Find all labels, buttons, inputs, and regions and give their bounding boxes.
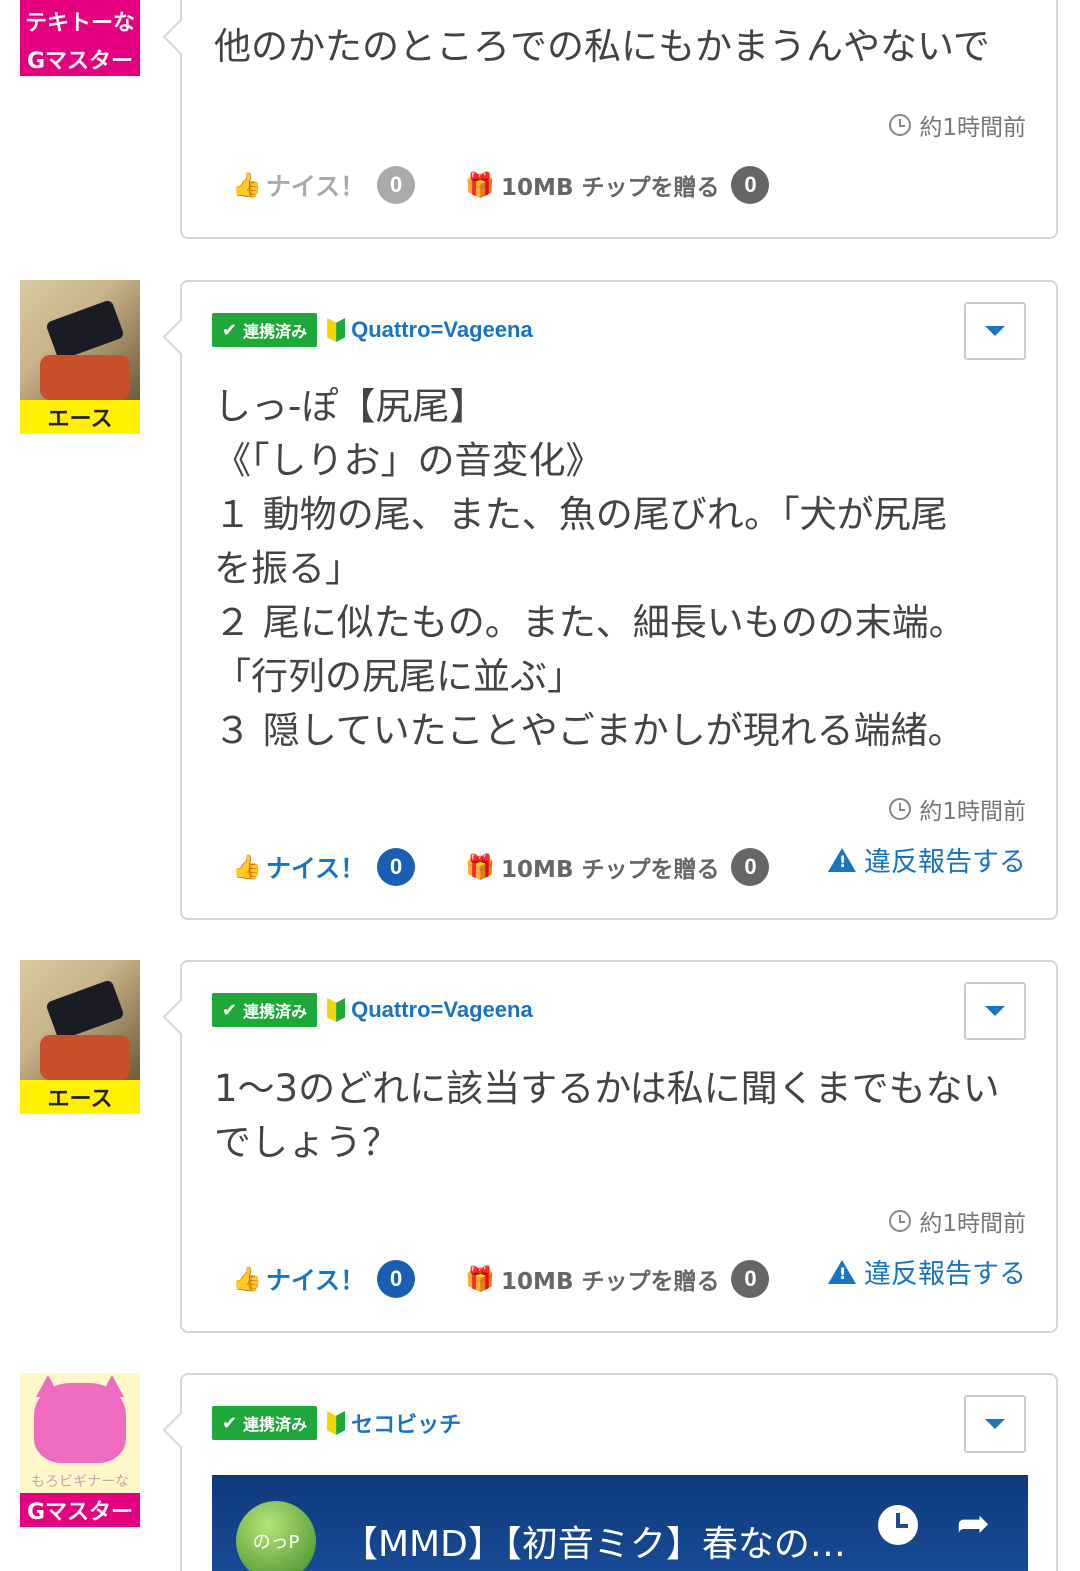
time-text: 約1時間前 bbox=[919, 799, 1026, 825]
avatar-figure bbox=[45, 979, 125, 1041]
post-3-avatar-col: もろビギナーな Gマスター bbox=[20, 1373, 140, 1527]
post-2-card: ✔ 連携済み Quattro=Vageena 1〜3のどれに該当するかは私に聞く… bbox=[180, 960, 1058, 1333]
post-time: 約1時間前 bbox=[889, 108, 1026, 142]
post-body: 1〜3のどれに該当するかは私に聞くまでもない でしょう？ bbox=[214, 1067, 1000, 1164]
embedded-video[interactable]: のっP 【MMD】【初音ミク】春なの… ➦ bbox=[212, 1475, 1028, 1571]
rank-badge: エース bbox=[20, 400, 140, 434]
post-actions: 👍 ナイス！ 0 🎁 10MB チップを贈る 0 bbox=[232, 166, 770, 204]
linked-badge: ✔ 連携済み bbox=[212, 1406, 318, 1440]
post-header: ✔ 連携済み セコビッチ bbox=[212, 1405, 461, 1441]
post-body: しっ‐ぽ【尻尾】 《「しりお」の音変化》 １ 動物の尾、また、魚の尾びれ。「犬が… bbox=[214, 385, 966, 752]
post-2-avatar-col: エース bbox=[20, 960, 140, 1114]
post-menu-button[interactable] bbox=[964, 982, 1026, 1040]
nice-label: ナイス！ bbox=[265, 1266, 366, 1295]
linked-label: 連携済み bbox=[243, 1415, 308, 1434]
video-title[interactable]: 【MMD】【初音ミク】春なの… bbox=[342, 1515, 846, 1567]
linked-badge: ✔ 連携済み bbox=[212, 313, 318, 347]
beginner-mark-icon bbox=[327, 1411, 345, 1435]
clock-icon bbox=[889, 1210, 912, 1232]
avatar-figure-body bbox=[40, 1035, 130, 1080]
thumbs-up-icon: 👍 bbox=[232, 853, 262, 881]
post-1-card: ✔ 連携済み Quattro=Vageena しっ‐ぽ【尻尾】 《「しりお」の音… bbox=[180, 280, 1058, 920]
thumbs-up-icon: 👍 bbox=[232, 1265, 262, 1293]
post-0-card: 他のかたのところでの私にもかまうんやないで 約1時間前 👍 ナイス！ 0 🎁 1… bbox=[180, 0, 1058, 239]
post-3-card: ✔ 連携済み セコビッチ のっP 【MMD】【初音ミク】春なの… ➦ bbox=[180, 1373, 1058, 1571]
post-time: 約1時間前 bbox=[889, 792, 1026, 826]
avatar[interactable]: テキトーな bbox=[20, 0, 140, 42]
tip-count: 0 bbox=[731, 848, 770, 886]
username-link[interactable]: Quattro=Vageena bbox=[351, 317, 533, 343]
post-actions: 👍 ナイス！ 0 🎁 10MB チップを贈る 0 bbox=[232, 848, 770, 886]
username-link[interactable]: セコビッチ bbox=[351, 1407, 461, 1439]
beginner-mark-icon bbox=[327, 318, 345, 342]
leaf-icon: ✔ bbox=[222, 319, 238, 341]
nice-count: 0 bbox=[377, 166, 416, 204]
tip-button[interactable]: 🎁 10MB チップを贈る 0 bbox=[465, 166, 770, 204]
linked-label: 連携済み bbox=[243, 1002, 308, 1021]
nice-count: 0 bbox=[377, 1260, 416, 1298]
post-0-avatar-col: テキトーな Gマスター bbox=[20, 0, 140, 76]
report-link[interactable]: ! 違反報告する bbox=[828, 1252, 1026, 1291]
avatar-figure-body bbox=[40, 355, 130, 400]
post-menu-button[interactable] bbox=[964, 302, 1026, 360]
rank-badge: Gマスター bbox=[20, 42, 140, 76]
channel-avatar[interactable]: のっP bbox=[236, 1501, 316, 1571]
tip-button[interactable]: 🎁 10MB チップを贈る 0 bbox=[465, 848, 770, 886]
time-text: 約1時間前 bbox=[919, 1211, 1026, 1237]
rank-badge: エース bbox=[20, 1080, 140, 1114]
leaf-icon: ✔ bbox=[222, 1412, 238, 1434]
post-actions: 👍 ナイス！ 0 🎁 10MB チップを贈る 0 bbox=[232, 1260, 770, 1298]
gift-icon: 🎁 bbox=[465, 1265, 496, 1293]
chevron-down-icon bbox=[985, 1419, 1005, 1429]
report-label: 違反報告する bbox=[864, 1259, 1026, 1290]
tip-label: 10MB チップを贈る bbox=[501, 857, 720, 883]
chevron-down-icon bbox=[985, 1006, 1005, 1016]
avatar[interactable] bbox=[20, 280, 140, 400]
linked-label: 連携済み bbox=[243, 322, 308, 341]
watch-later-icon[interactable] bbox=[878, 1505, 918, 1545]
report-label: 違反報告する bbox=[864, 847, 1026, 878]
post-1-avatar-col: エース bbox=[20, 280, 140, 434]
time-text: 約1時間前 bbox=[919, 115, 1026, 141]
tip-label: 10MB チップを贈る bbox=[501, 175, 720, 201]
nice-button[interactable]: 👍 ナイス！ 0 bbox=[232, 848, 416, 886]
rank-badge: Gマスター bbox=[20, 1493, 140, 1527]
cat-avatar-ear-left bbox=[36, 1375, 60, 1397]
gift-icon: 🎁 bbox=[465, 853, 496, 881]
post-menu-button[interactable] bbox=[964, 1395, 1026, 1453]
thumbs-up-icon: 👍 bbox=[232, 171, 262, 199]
post-time: 約1時間前 bbox=[889, 1204, 1026, 1238]
beginner-mark-icon bbox=[327, 998, 345, 1022]
nice-label: ナイス！ bbox=[265, 172, 366, 201]
post-body: 他のかたのところでの私にもかまうんやないで bbox=[214, 25, 990, 68]
clock-icon bbox=[889, 114, 912, 136]
nice-label: ナイス！ bbox=[265, 854, 366, 883]
leaf-icon: ✔ bbox=[222, 999, 238, 1021]
warning-icon: ! bbox=[828, 1259, 856, 1284]
nice-count: 0 bbox=[377, 848, 416, 886]
gift-icon: 🎁 bbox=[465, 171, 496, 199]
post-header: ✔ 連携済み Quattro=Vageena bbox=[212, 312, 533, 348]
report-link[interactable]: ! 違反報告する bbox=[828, 840, 1026, 879]
cat-avatar-ear-right bbox=[100, 1375, 124, 1397]
avatar-caption: もろビギナーな bbox=[31, 1474, 129, 1490]
tip-count: 0 bbox=[731, 166, 770, 204]
tip-label: 10MB チップを贈る bbox=[501, 1269, 720, 1295]
clock-icon bbox=[889, 798, 912, 820]
chevron-down-icon bbox=[985, 326, 1005, 336]
share-icon[interactable]: ➦ bbox=[956, 1501, 990, 1547]
nice-button[interactable]: 👍 ナイス！ 0 bbox=[232, 166, 416, 204]
avatar-caption: テキトーな bbox=[24, 11, 135, 36]
nice-button[interactable]: 👍 ナイス！ 0 bbox=[232, 1260, 416, 1298]
avatar-figure bbox=[45, 299, 125, 361]
tip-button[interactable]: 🎁 10MB チップを贈る 0 bbox=[465, 1260, 770, 1298]
linked-badge: ✔ 連携済み bbox=[212, 993, 318, 1027]
avatar[interactable] bbox=[20, 960, 140, 1080]
warning-icon: ! bbox=[828, 847, 856, 872]
avatar[interactable]: もろビギナーな bbox=[20, 1373, 140, 1493]
post-header: ✔ 連携済み Quattro=Vageena bbox=[212, 992, 533, 1028]
tip-count: 0 bbox=[731, 1260, 770, 1298]
username-link[interactable]: Quattro=Vageena bbox=[351, 997, 533, 1023]
